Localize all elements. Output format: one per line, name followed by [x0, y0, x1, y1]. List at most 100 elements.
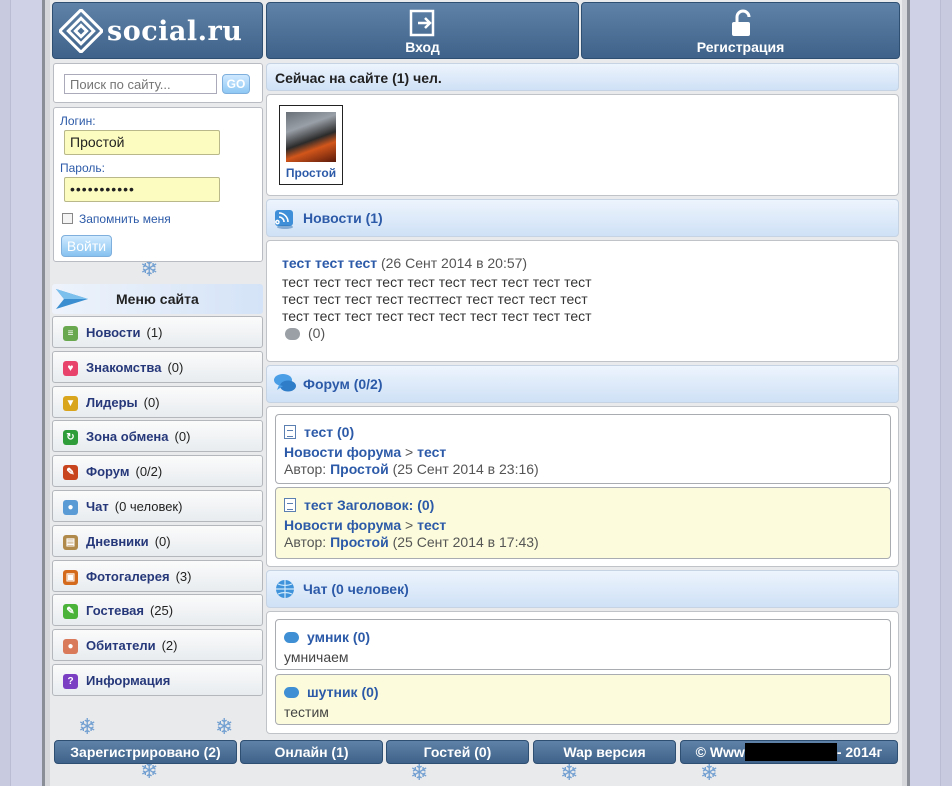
heart-icon: ♥	[63, 361, 78, 376]
users-icon: ●	[63, 639, 78, 654]
menu-item[interactable]: ✎ Форум (0/2)	[52, 455, 263, 487]
author-link[interactable]: Простой	[330, 461, 389, 477]
chat-room-desc: умничаем	[284, 649, 349, 665]
clipboard-icon: ▤	[63, 535, 78, 550]
footer-online[interactable]: Онлайн (1)	[240, 740, 383, 764]
menu-item[interactable]: ✎ Гостевая (25)	[52, 594, 263, 626]
pencil-icon: ✎	[63, 465, 78, 480]
author-link[interactable]: Простой	[330, 534, 389, 550]
menu-item-label: Гостевая	[86, 603, 144, 618]
forum-topic-date: (25 Сент 2014 в 17:43)	[392, 534, 539, 550]
forum-subsection-link[interactable]: тест	[417, 444, 446, 460]
news-comments-count: (0)	[308, 325, 326, 341]
comment-bubble-icon	[285, 328, 300, 340]
register-header-label: Регистрация	[696, 39, 785, 55]
menu-item[interactable]: ↻ Зона обмена (0)	[52, 420, 263, 452]
logo-text: social.ru	[107, 16, 243, 47]
site-logo[interactable]: social.ru	[52, 2, 263, 59]
login-submit-button[interactable]: Войти	[61, 235, 112, 257]
menu-item-text: Дневники (0)	[86, 534, 171, 549]
remember-me-label: Запомнить меня	[79, 212, 171, 226]
menu-item[interactable]: ? Информация	[52, 664, 263, 696]
arrow-icon	[56, 289, 88, 309]
news-title[interactable]: Новости (1)	[303, 210, 383, 226]
login-header-button[interactable]: Вход	[266, 2, 579, 59]
menu-item-count: (3)	[175, 569, 192, 584]
news-item-title[interactable]: тест тест тест	[282, 255, 377, 271]
chat-room-name[interactable]: умник (0)	[307, 629, 370, 645]
remember-me-row[interactable]: Запомнить меня	[62, 212, 171, 226]
snowflake-decoration: ❄	[78, 714, 97, 739]
forum-topic[interactable]: тест Заголовок: (0) Новости форума > тес…	[275, 487, 891, 559]
forum-topic-title[interactable]: тест (0)	[304, 424, 354, 440]
menu-item-label: Зона обмена	[86, 429, 169, 444]
menu-item[interactable]: ▣ Фотогалерея (3)	[52, 560, 263, 592]
menu-item[interactable]: ▤ Дневники (0)	[52, 525, 263, 557]
menu-item-count: (0 человек)	[114, 499, 183, 514]
snowflake-decoration: ❄	[560, 760, 579, 785]
news-body-line: тест тест тест тест тест тест тест тест …	[282, 308, 592, 324]
menu-item-label: Лидеры	[86, 395, 138, 410]
news-item-body: тест тест тест тест тест тест тест тест …	[282, 274, 882, 325]
forum-subsection-link[interactable]: тест	[417, 517, 446, 533]
password-field[interactable]: •••••••••••	[64, 177, 220, 202]
online-bar: Сейчас на сайте (1) чел.	[266, 63, 899, 91]
news-icon: ≡	[63, 326, 78, 341]
snowflake-decoration: ❄	[700, 760, 719, 785]
menu-item-text: Знакомства (0)	[86, 360, 183, 375]
online-box: Простой	[266, 94, 899, 196]
forum-section-link[interactable]: Новости форума	[284, 517, 401, 533]
menu-item-count: (0)	[143, 395, 160, 410]
chat-box: умник (0) умничаем шутник (0) тестим	[266, 611, 899, 734]
forum-title[interactable]: Форум (0/2)	[303, 376, 383, 392]
login-header-label: Вход	[405, 39, 440, 55]
chat-bubble-icon	[284, 687, 299, 698]
remember-me-checkbox[interactable]	[62, 213, 73, 224]
snowflake-decoration: ❄	[410, 760, 429, 785]
online-user-card[interactable]: Простой	[279, 105, 343, 185]
document-icon	[284, 498, 296, 512]
menu-item-count: (0/2)	[135, 464, 163, 479]
chat-bar: Чат (0 человек)	[266, 570, 899, 608]
login-field[interactable]: Простой	[64, 130, 220, 155]
menu-item[interactable]: ▼ Лидеры (0)	[52, 386, 263, 418]
menu-item[interactable]: ● Обитатели (2)	[52, 629, 263, 661]
menu-item-text: Гостевая (25)	[86, 603, 173, 618]
menu-item[interactable]: ● Чат (0 человек)	[52, 490, 263, 522]
news-bar: Новости (1)	[266, 199, 899, 237]
chat-title[interactable]: Чат (0 человек)	[303, 581, 409, 597]
news-body-line: тест тест тест тест тест тест тест тест …	[282, 274, 592, 290]
menu-item-label: Дневники	[86, 534, 149, 549]
news-comments[interactable]: (0)	[285, 325, 325, 341]
footer-registered[interactable]: Зарегистрировано (2)	[54, 740, 237, 764]
avatar[interactable]	[286, 112, 336, 162]
forum-topic-title[interactable]: тест Заголовок: (0)	[304, 497, 434, 513]
chat-room[interactable]: умник (0) умничаем	[275, 619, 891, 670]
menu-item-label: Новости	[86, 325, 141, 340]
search-input[interactable]	[64, 74, 217, 94]
author-label: Автор:	[284, 534, 327, 550]
news-box: тест тест тест (26 Сент 2014 в 20:57) те…	[266, 240, 899, 362]
register-header-button[interactable]: Регистрация	[581, 2, 900, 59]
trophy-icon: ▼	[63, 396, 78, 411]
forum-bar: Форум (0/2)	[266, 365, 899, 403]
forum-section-link[interactable]: Новости форума	[284, 444, 401, 460]
footer-wap-version[interactable]: Wap версия	[533, 740, 676, 764]
chat-room[interactable]: шутник (0) тестим	[275, 674, 891, 725]
menu-item-count: (0)	[174, 429, 191, 444]
chat-room-name[interactable]: шутник (0)	[307, 684, 379, 700]
footer-guests[interactable]: Гостей (0)	[386, 740, 529, 764]
news-body-line: тест тест тест тест тесттест тест тест т…	[282, 291, 588, 307]
menu-item-count: (2)	[161, 638, 178, 653]
online-user-name[interactable]: Простой	[280, 166, 342, 180]
forum-topic[interactable]: тест (0) Новости форума > тест Автор: Пр…	[275, 414, 891, 484]
search-go-button[interactable]: GO	[222, 74, 250, 94]
right-side-stripe	[910, 0, 952, 786]
menu-item-text: Форум (0/2)	[86, 464, 162, 479]
guestbook-icon: ✎	[63, 604, 78, 619]
menu-item[interactable]: ♥ Знакомства (0)	[52, 351, 263, 383]
author-label: Автор:	[284, 461, 327, 477]
breadcrumb-separator: >	[405, 517, 414, 533]
menu-item[interactable]: ≡ Новости (1)	[52, 316, 263, 348]
news-feed-icon	[275, 210, 293, 229]
